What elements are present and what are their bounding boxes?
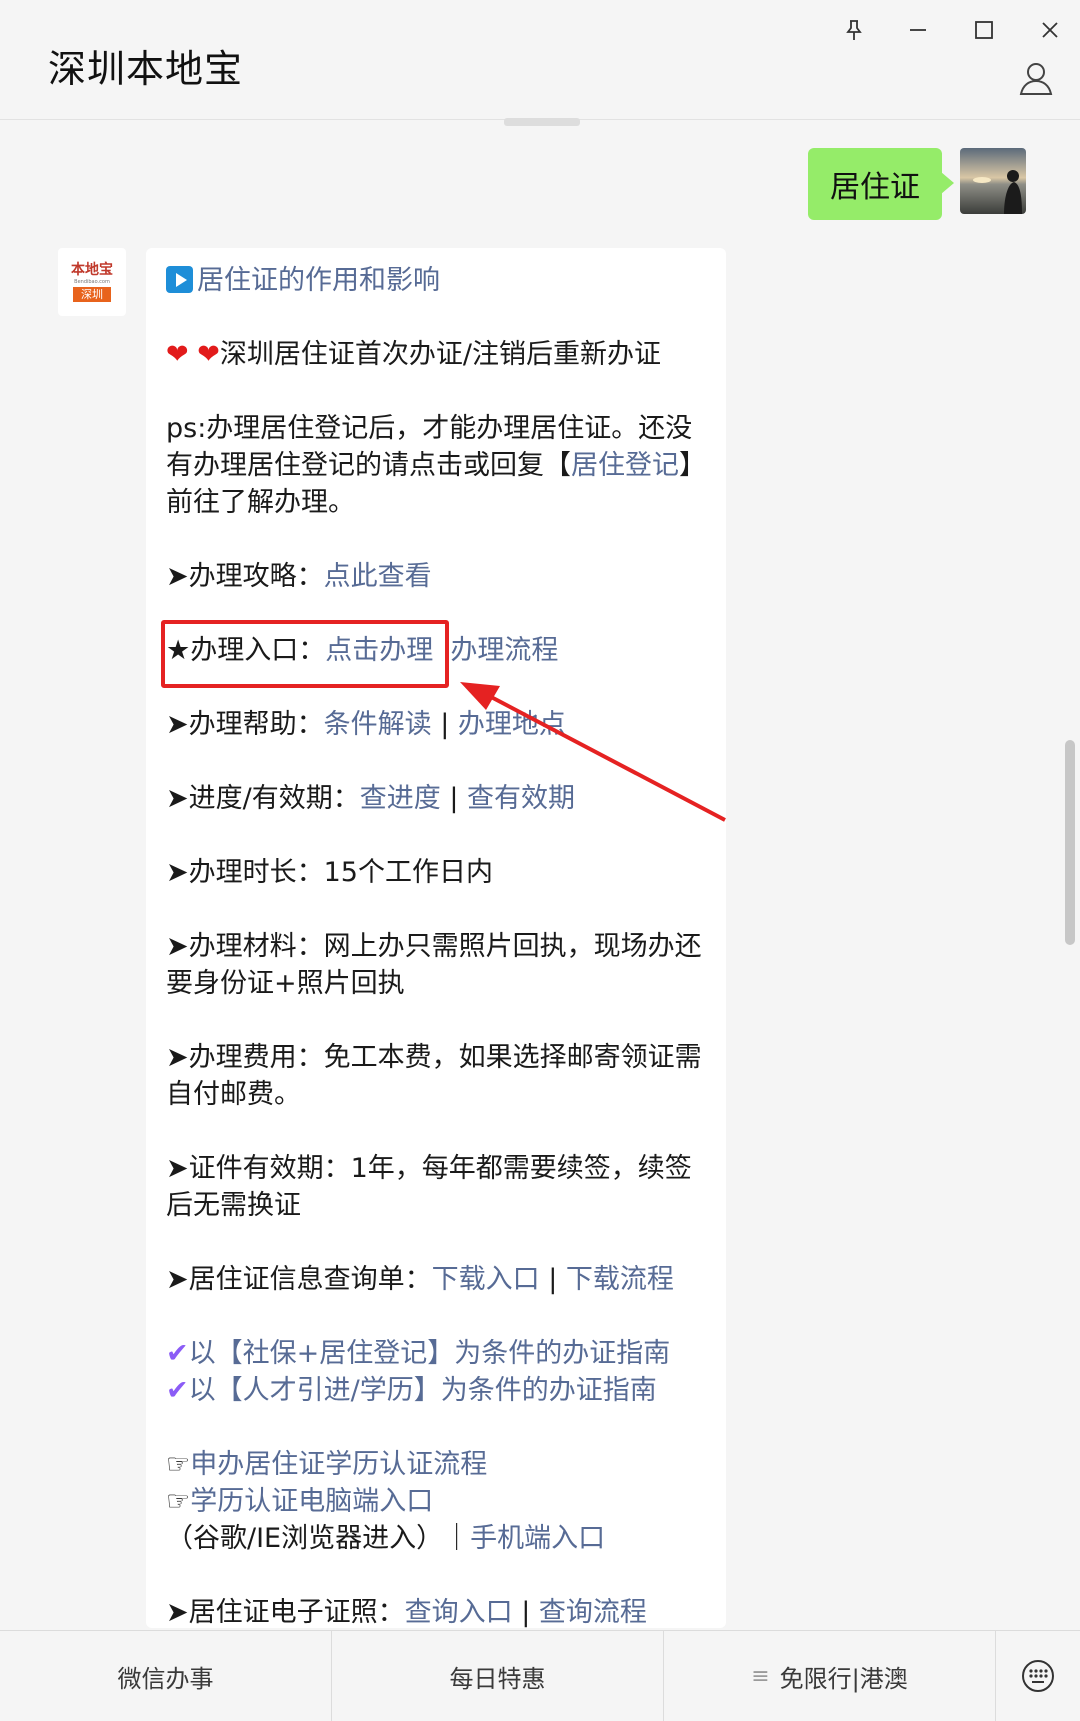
card-title-row: 居住证的作用和影响 [166,262,706,299]
tab-wechat-services[interactable]: 微信办事 [0,1631,332,1721]
pointer-icon: ☞ [166,1486,191,1517]
minimize-icon[interactable] [898,10,938,50]
bot-logo-city: 深圳 [73,286,111,302]
help-label: ➤办理帮助： [166,709,324,740]
ecert-label: ➤居住证电子证照： [166,1597,405,1628]
strategy-row: ➤办理攻略：点此查看 [166,558,706,595]
pointer-icon: ☞ [166,1449,191,1480]
keyboard-icon[interactable] [996,1631,1080,1721]
materials-text: ➤办理材料：网上办只需照片回执，现场办还要身份证+照片回执 [166,931,702,999]
separator: | [512,1597,539,1628]
card-title-link[interactable]: 居住证的作用和影响 [197,265,440,296]
strategy-link[interactable]: 点此查看 [324,561,432,592]
ecert-process-link[interactable]: 查询流程 [539,1597,647,1628]
window-title: 深圳本地宝 [48,47,244,91]
mobile-entry-link[interactable]: 手机端入口 [470,1523,605,1554]
duration-text: ➤办理时长：15个工作日内 [166,857,493,888]
annotation-box [161,620,449,688]
strategy-label: ➤办理攻略： [166,561,324,592]
first-time-text: 深圳居住证首次办证/注销后重新办证 [219,339,661,370]
education-process-link[interactable]: 申办居住证学历认证流程 [190,1449,487,1480]
fees-text: ➤办理费用：免工本费，如果选择邮寄领证需自付邮费。 [166,1042,702,1110]
my-message-bubble[interactable]: 居住证 [808,148,954,220]
maximize-icon[interactable] [964,10,1004,50]
ecert-query-link[interactable]: 查询入口 [405,1597,513,1628]
residence-registration-link[interactable]: 居住登记 [571,450,679,481]
menu-icon: ≡ [751,1664,770,1689]
bot-message-card: 居住证的作用和影响 ❤ ❤深圳居住证首次办证/注销后重新办证 ps:办理居住登记… [146,248,726,1628]
heart-icon: ❤ ❤ [166,339,220,370]
query-row: ➤居住证信息查询单：下载入口 | 下载流程 [166,1261,706,1298]
tab-label: 微信办事 [117,1665,214,1693]
tab-label: 免限行|港澳 [779,1665,908,1693]
my-avatar[interactable] [960,148,1026,214]
pin-icon[interactable] [834,10,874,50]
education-block: ☞申办居住证学历认证流程 ☞学历认证电脑端入口（谷歌/IE浏览器进入）｜手机端入… [166,1446,706,1557]
separator: | [431,709,458,740]
ecert-row: ➤居住证电子证照：查询入口 | 查询流程 [166,1594,706,1628]
check-icon: ✔ [166,1375,189,1406]
tab-hk-macau[interactable]: ≡ 免限行|港澳 [664,1631,996,1721]
user-icon[interactable] [1014,56,1058,100]
guide-block: ✔以【社保+居住登记】为条件的办证指南 ✔以【人才引进/学历】为条件的办证指南 [166,1335,706,1409]
check-progress-link[interactable]: 查进度 [360,783,441,814]
title-bar: 深圳本地宝 [0,0,1080,120]
ps-paragraph: ps:办理居住登记后，才能办理居住证。还没有办理居住登记的请点击或回复【居住登记… [166,410,706,521]
my-message-row: 居住证 [808,148,1026,220]
first-time-row: ❤ ❤深圳居住证首次办证/注销后重新办证 [166,336,706,373]
bot-logo-brand: 本地宝 [71,261,113,278]
play-icon [166,266,193,293]
browser-note: （谷歌/IE浏览器进入） [166,1523,444,1554]
query-label: ➤居住证信息查询单： [166,1264,432,1295]
separator: ｜ [443,1523,471,1554]
scroll-handle[interactable] [504,118,580,126]
validity-text: ➤证件有效期：1年，每年都需要续签，续签后无需换证 [166,1153,692,1221]
pc-entry-link[interactable]: 学历认证电脑端入口 [190,1486,433,1517]
process-link[interactable]: 办理流程 [450,635,558,666]
conditions-link[interactable]: 条件解读 [324,709,432,740]
bottom-menu: 微信办事 每日特惠 ≡ 免限行|港澳 [0,1630,1080,1721]
tab-label: 每日特惠 [449,1665,546,1693]
annotation-arrow-icon [460,682,726,822]
progress-label: ➤进度/有效期： [166,783,360,814]
social-security-guide-link[interactable]: 以【社保+居住登记】为条件的办证指南 [189,1338,671,1369]
download-process-link[interactable]: 下载流程 [566,1264,674,1295]
tab-daily-deals[interactable]: 每日特惠 [332,1631,664,1721]
talent-guide-link[interactable]: 以【人才引进/学历】为条件的办证指南 [189,1375,657,1406]
download-entry-link[interactable]: 下载入口 [432,1264,540,1295]
check-icon: ✔ [166,1338,189,1369]
close-icon[interactable] [1030,10,1070,50]
bot-logo-url: Bendibao.com [74,278,110,285]
bot-avatar[interactable]: 本地宝 Bendibao.com 深圳 [58,248,126,316]
separator: | [539,1264,566,1295]
scrollbar[interactable] [1065,740,1075,945]
